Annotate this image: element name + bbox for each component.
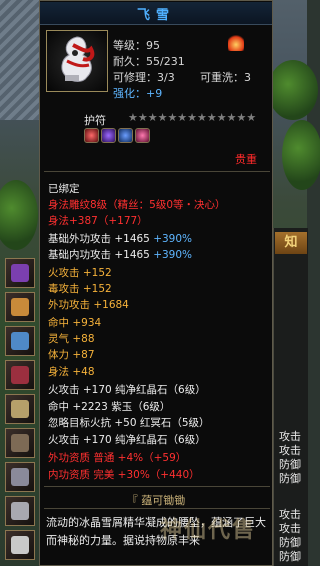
amulet-gem-icon <box>118 128 133 143</box>
item-rewash: 可重洗：3 <box>200 71 251 84</box>
base-stat-line: 基础内功攻击 +1465 +390% <box>48 247 192 262</box>
item-tooltip: 飞雪 等级：95 耐久：55/231 可修理：3/3 可重洗：3 强化：+9 护… <box>39 0 273 566</box>
base-stat-label: 基础外功攻击 +1465 <box>48 233 150 245</box>
inventory-slot[interactable] <box>5 462 35 492</box>
attribute-line: 体力 +87 <box>48 349 95 361</box>
base-stat-line: 基础外功攻击 +1465 +390% <box>48 231 192 246</box>
item-pendant-icon <box>46 30 108 92</box>
item-enhance: 强化：+9 <box>113 85 162 101</box>
base-stat-percent: +390% <box>153 249 193 261</box>
attribute-line: 灵气 +88 <box>48 333 95 345</box>
carving-line: 身法雕纹8级（精丝：5级0等・决心） <box>48 199 226 211</box>
item-level: 等级：95 <box>113 39 160 52</box>
amulet-star-rating: ★★★★★★★★★★★★★ <box>128 111 257 124</box>
precious-badge: 贵重 <box>235 153 257 166</box>
divider <box>44 486 270 487</box>
aptitude-line: 外功资质 普通 +4%（+59） <box>48 452 187 464</box>
fire-element-icon <box>228 33 244 51</box>
inventory-slot[interactable] <box>5 394 35 424</box>
item-name: 飞雪 <box>136 8 175 23</box>
attribute-line: 身法 +48 <box>48 366 95 378</box>
enhance-value: +9 <box>146 87 163 100</box>
amulet-gem-icon <box>101 128 116 143</box>
inventory-slot[interactable] <box>5 326 35 356</box>
amulet-gem-icon <box>135 128 150 143</box>
divider <box>44 508 270 509</box>
carving-bonus: 身法+387（+177） <box>48 215 148 227</box>
attribute-line: 毒攻击 +152 <box>48 283 112 295</box>
enhance-label: 强化： <box>113 87 146 100</box>
tree-decoration <box>268 60 318 120</box>
aptitude-line: 内功资质 完美 +30%（+440） <box>48 469 200 481</box>
tree-decoration <box>282 120 320 190</box>
panel-stat-label: 防御 <box>279 472 301 485</box>
gem-line: 火攻击 +170 纯净红晶石（6级） <box>48 434 206 446</box>
attribute-line: 命中 +934 <box>48 317 102 329</box>
base-stat-label: 基础内功攻击 +1465 <box>48 249 150 261</box>
amulet-label: 护符 <box>84 114 106 127</box>
item-durability: 耐久：55/231 <box>113 55 185 68</box>
inventory-slot[interactable] <box>5 360 35 390</box>
pendant-art <box>61 36 95 82</box>
attribute-line: 火攻击 +152 <box>48 267 112 279</box>
panel-stat-label: 防御 <box>279 458 301 471</box>
gem-line: 火攻击 +170 纯净红晶石（6级） <box>48 384 206 396</box>
panel-stat-label: 攻击 <box>279 430 301 443</box>
inventory-slot[interactable] <box>5 530 35 560</box>
description-title: 『 蕴可锄锄 <box>126 494 186 507</box>
roof-decoration <box>0 0 40 120</box>
inventory-slot[interactable] <box>5 292 35 322</box>
inventory-slot[interactable] <box>5 428 35 458</box>
inventory-slot[interactable] <box>5 258 35 288</box>
bound-status: 已绑定 <box>48 183 80 195</box>
watermark-logo: 神仙代售 <box>160 517 257 543</box>
gem-line: 命中 +2223 紫玉（6级） <box>48 401 171 413</box>
tree-decoration <box>0 180 38 250</box>
divider <box>44 171 270 172</box>
base-stat-percent: +390% <box>153 233 193 245</box>
panel-tab[interactable]: 知 <box>275 232 307 254</box>
gem-line: 忽略目标火抗 +50 红冥石（5级） <box>48 417 210 429</box>
amulet-gem-icon <box>84 128 99 143</box>
attribute-line: 外功攻击 +1684 <box>48 299 129 311</box>
inventory-slot[interactable] <box>5 496 35 526</box>
panel-stat-label: 攻击 <box>279 444 301 457</box>
item-repairable: 可修理：3/3 <box>113 71 175 84</box>
